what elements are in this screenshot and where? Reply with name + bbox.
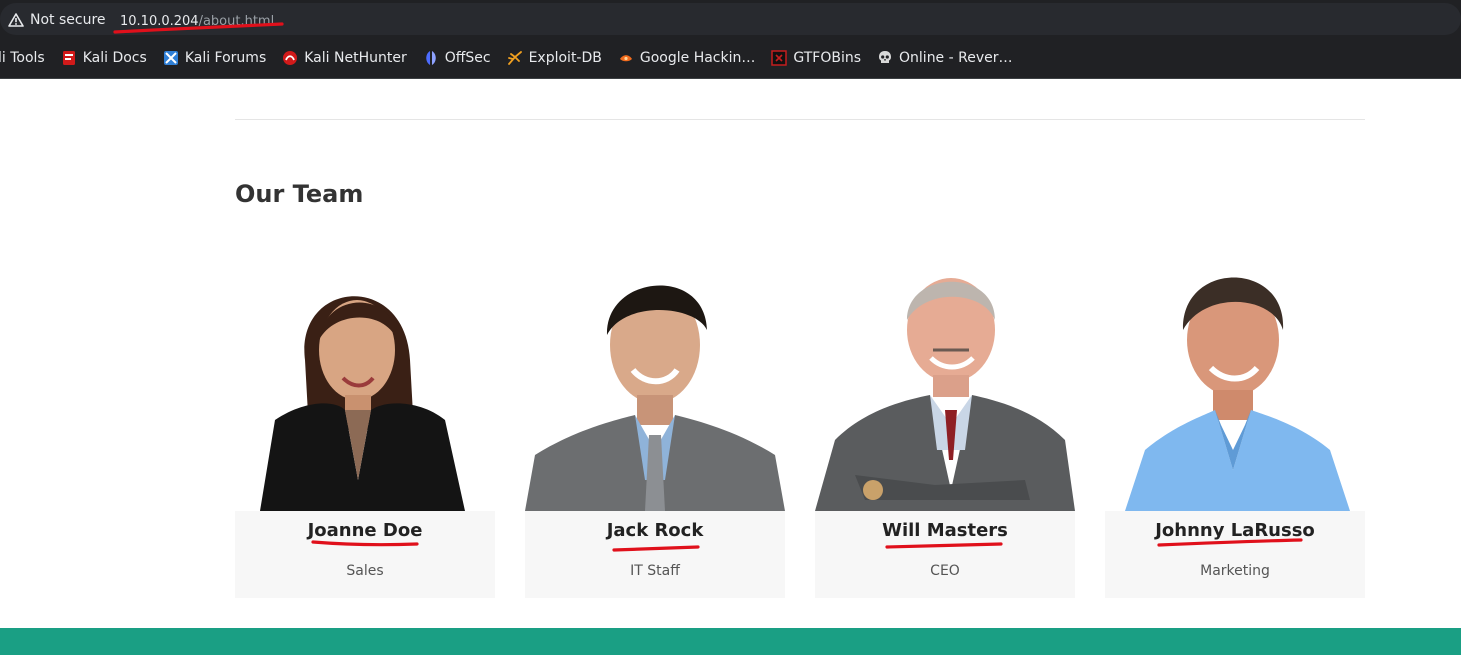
team-member-name: Will Masters xyxy=(882,520,1008,541)
security-indicator[interactable]: Not secure xyxy=(8,8,106,32)
team-member-photo xyxy=(1105,250,1365,511)
url-field[interactable]: Not secure 10.10.0.204/about.html xyxy=(0,3,1461,35)
team-member-role: Marketing xyxy=(1200,563,1270,579)
bookmark-kali-tools[interactable]: li Tools xyxy=(0,50,53,66)
bookmark-label: li Tools xyxy=(0,50,45,66)
portrait-young-man-icon xyxy=(525,250,785,511)
bookmark-label: Google Hackin… xyxy=(639,50,756,66)
portrait-man-blue-shirt-icon xyxy=(1105,250,1365,511)
bookmark-exploit-db[interactable]: Exploit-DB xyxy=(499,50,610,66)
bookmark-label: Exploit-DB xyxy=(528,50,602,66)
browser-address-bar: Not secure 10.10.0.204/about.html xyxy=(0,0,1461,38)
bookmark-offsec[interactable]: OffSec xyxy=(415,50,499,66)
team-member-name: Joanne Doe xyxy=(307,520,423,541)
kali-docs-icon xyxy=(62,51,75,65)
url-text[interactable]: 10.10.0.204/about.html xyxy=(120,14,274,29)
team-card: Jack Rock IT Staff xyxy=(525,250,785,598)
exploit-db-icon xyxy=(507,51,522,65)
team-member-info: Joanne Doe Sales xyxy=(235,511,495,598)
security-label: Not secure xyxy=(30,12,106,28)
section-divider xyxy=(235,119,1365,120)
google-hacking-icon xyxy=(619,55,632,62)
team-member-photo xyxy=(235,250,495,511)
kali-forums-icon xyxy=(163,51,178,65)
bookmark-label: Online - Rever… xyxy=(899,50,1013,66)
team-member-role: IT Staff xyxy=(630,563,680,579)
url-host: 10.10.0.204 xyxy=(120,14,199,29)
warning-icon xyxy=(8,13,24,27)
bookmark-gtfobins[interactable]: GTFOBins xyxy=(763,50,869,66)
section-title: Our Team xyxy=(235,180,364,208)
team-member-name: Jack Rock xyxy=(606,520,704,541)
team-member-role: CEO xyxy=(930,563,960,579)
team-card: Will Masters CEO xyxy=(815,250,1075,598)
bookmark-label: Kali NetHunter xyxy=(304,50,407,66)
team-card: Johnny LaRusso Marketing xyxy=(1105,250,1365,598)
team-member-info: Jack Rock IT Staff xyxy=(525,511,785,598)
team-member-photo xyxy=(815,250,1075,511)
bookmark-label: Kali Docs xyxy=(82,50,147,66)
offsec-icon xyxy=(425,51,436,65)
footer-band xyxy=(0,628,1461,655)
url-path: /about.html xyxy=(198,14,275,29)
kali-nethunter-icon xyxy=(283,51,298,65)
bookmark-label: Kali Forums xyxy=(184,50,267,66)
team-member-name: Johnny LaRusso xyxy=(1155,520,1315,541)
skull-icon xyxy=(879,51,892,63)
bookmark-label: GTFOBins xyxy=(793,50,862,66)
bookmark-kali-nethunter[interactable]: Kali NetHunter xyxy=(274,50,414,66)
portrait-older-man-icon xyxy=(815,250,1075,511)
bookmark-kali-docs[interactable]: Kali Docs xyxy=(53,50,155,66)
bookmarks-bar: li Tools Kali Docs Kali Forums Kali NetH… xyxy=(0,38,1461,79)
team-member-info: Will Masters CEO xyxy=(815,511,1075,598)
team-card: Joanne Doe Sales xyxy=(235,250,495,598)
bookmark-label: OffSec xyxy=(444,50,491,66)
team-member-photo xyxy=(525,250,785,511)
team-member-info: Johnny LaRusso Marketing xyxy=(1105,511,1365,598)
bookmark-google-hacking[interactable]: Google Hackin… xyxy=(610,50,764,66)
team-member-role: Sales xyxy=(346,563,384,579)
bookmark-online-reverse[interactable]: Online - Rever… xyxy=(869,50,1020,66)
gtfobins-icon xyxy=(771,50,788,66)
portrait-woman-icon xyxy=(235,250,495,511)
bookmark-kali-forums[interactable]: Kali Forums xyxy=(155,50,274,66)
